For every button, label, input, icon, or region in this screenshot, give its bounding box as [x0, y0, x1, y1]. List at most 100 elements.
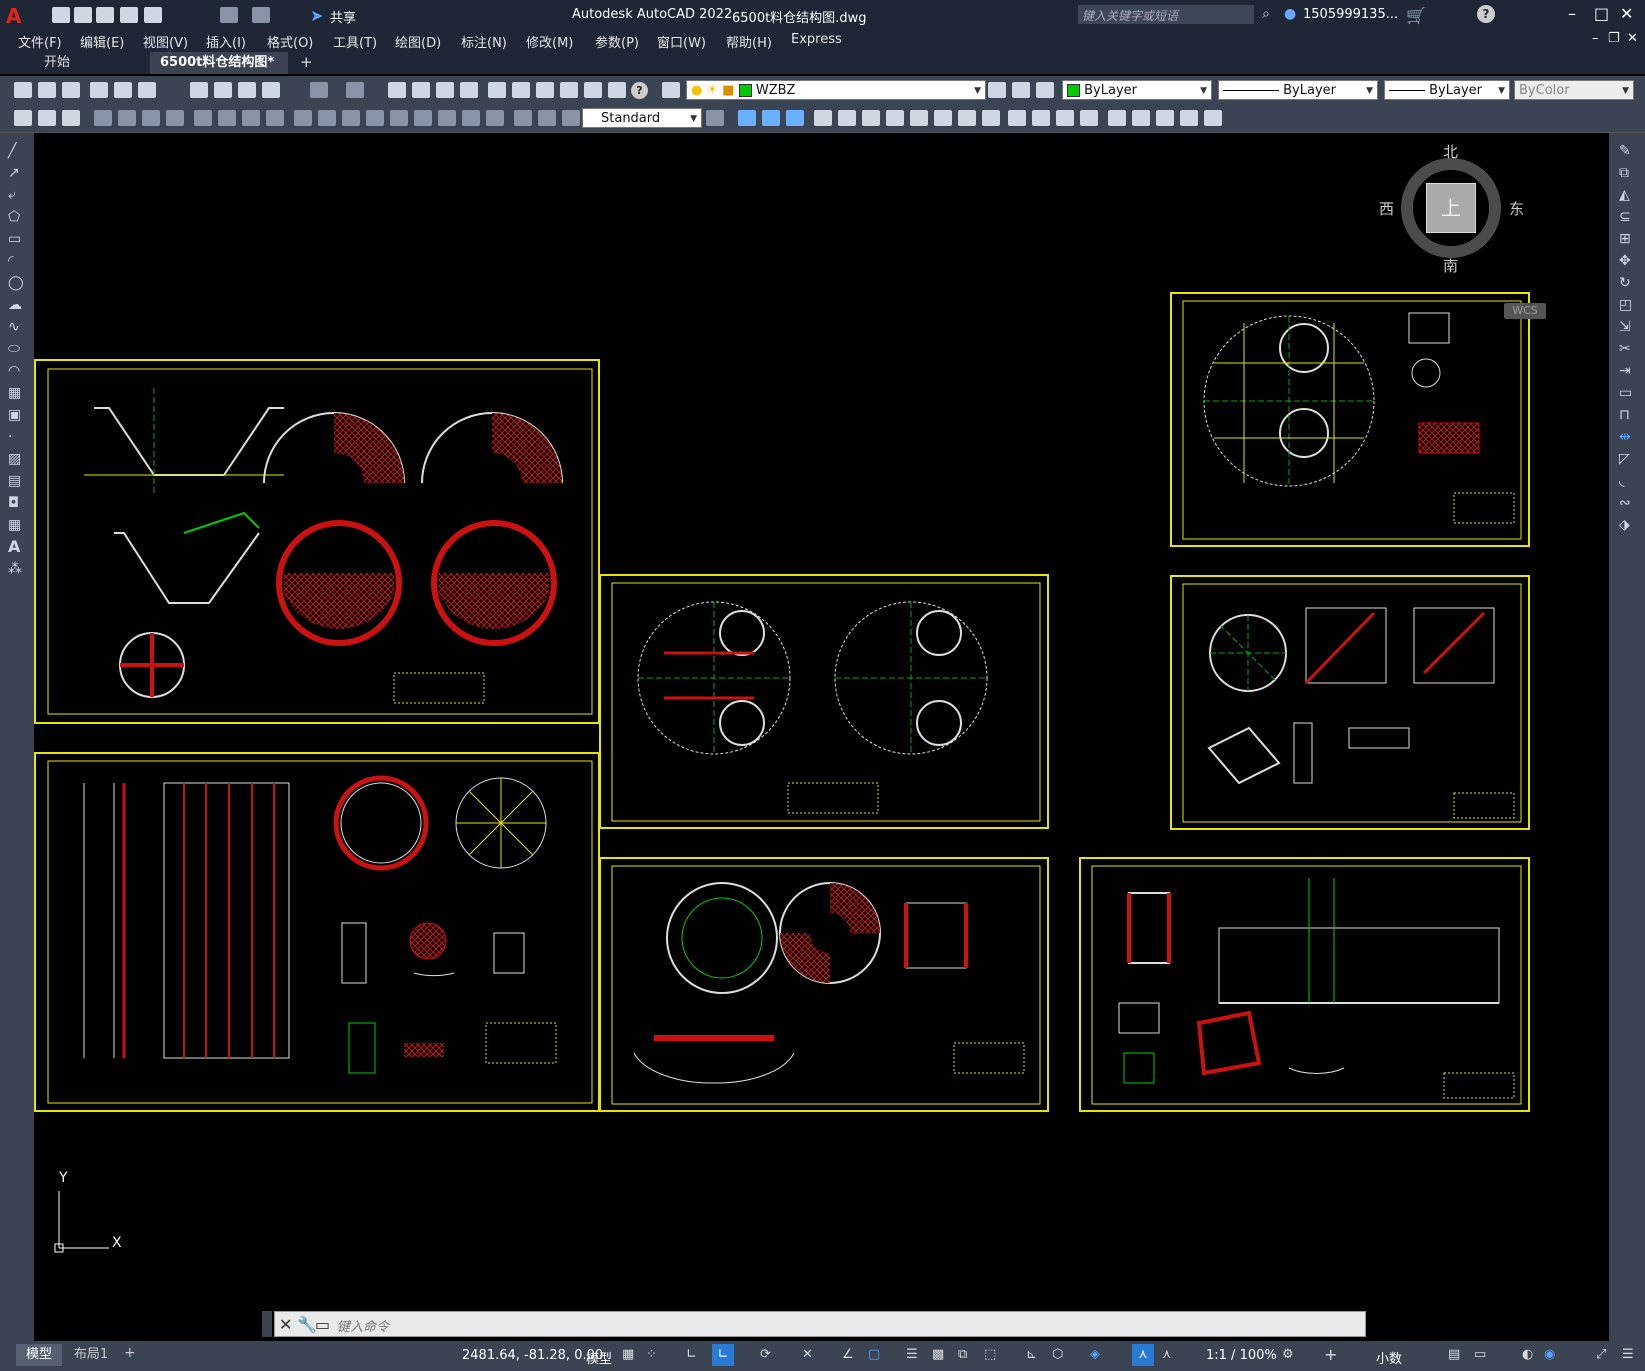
- doc-close-icon[interactable]: ✕: [1627, 31, 1638, 46]
- fly-icon[interactable]: [1156, 110, 1174, 126]
- 3d-union-icon[interactable]: [934, 110, 952, 126]
- 3d-rotate-icon[interactable]: [838, 110, 856, 126]
- help-icon[interactable]: ?: [1477, 5, 1495, 23]
- menu-draw[interactable]: 绘图(D): [395, 32, 441, 51]
- 3d-mirror-icon[interactable]: [886, 110, 904, 126]
- break-at-point-icon[interactable]: ▭: [1619, 385, 1632, 401]
- break-icon[interactable]: ⊓: [1619, 407, 1630, 423]
- ordinate-dim-icon[interactable]: [166, 110, 184, 126]
- 3d-align-icon[interactable]: [862, 110, 880, 126]
- tool-palettes-icon[interactable]: [536, 82, 554, 98]
- jogged-dim-icon[interactable]: [218, 110, 236, 126]
- drawing-canvas[interactable]: Y X 上 北 南 西 东 WCS: [34, 133, 1609, 1341]
- make-current-icon[interactable]: [988, 82, 1006, 98]
- array-icon[interactable]: ⊞: [1619, 231, 1631, 247]
- doc-restore-icon[interactable]: ❐: [1608, 31, 1620, 46]
- camera-icon[interactable]: [1108, 110, 1126, 126]
- search-input[interactable]: 键入关键字或短语: [1082, 7, 1178, 24]
- markup-icon[interactable]: [584, 82, 602, 98]
- osnap-icon[interactable]: ∠: [842, 1347, 854, 1362]
- wcs-menu[interactable]: WCS: [1504, 303, 1546, 319]
- arc-icon[interactable]: ◜: [8, 253, 13, 269]
- compass-north[interactable]: 北: [1443, 141, 1458, 162]
- quick-access-new-icon[interactable]: [52, 7, 70, 23]
- continue-dim-icon[interactable]: [342, 110, 360, 126]
- sun-icon[interactable]: [1204, 110, 1222, 126]
- quick-access-saveas-icon[interactable]: [120, 7, 138, 23]
- redo-icon[interactable]: [346, 82, 364, 98]
- drawing-sheet-5[interactable]: [1170, 292, 1530, 547]
- transparency-icon[interactable]: ▩: [932, 1347, 944, 1362]
- 3d-wedge-icon[interactable]: [762, 110, 780, 126]
- mirror-icon[interactable]: ◭: [1619, 187, 1630, 203]
- materials-icon[interactable]: [1056, 110, 1074, 126]
- text-style-dropdown[interactable]: Standard ▼: [582, 108, 702, 128]
- command-line[interactable]: ✕ 🔧 ▭: [274, 1311, 1366, 1337]
- pan-icon[interactable]: [388, 82, 406, 98]
- dim-style-icon[interactable]: [706, 110, 724, 126]
- hatch-icon[interactable]: ▨: [8, 451, 21, 467]
- hardware-acceleration-icon[interactable]: ◉: [1544, 1347, 1555, 1362]
- offset-icon[interactable]: ⊆: [1619, 209, 1631, 225]
- linetype-dropdown[interactable]: ByLayer ▼: [1218, 80, 1378, 100]
- autocad-logo-icon[interactable]: A: [6, 4, 21, 28]
- region-icon[interactable]: ◘: [8, 495, 19, 511]
- 3d-move-icon[interactable]: [814, 110, 832, 126]
- copy-object-icon[interactable]: ⧉: [1619, 165, 1629, 181]
- explode-icon[interactable]: ⬗: [1619, 517, 1630, 533]
- user-icon[interactable]: ●: [1284, 6, 1296, 22]
- coordinates[interactable]: 2481.64, -81.28, 0.00: [462, 1348, 603, 1363]
- compass-east[interactable]: 东: [1509, 198, 1524, 219]
- quick-access-print-icon[interactable]: [144, 7, 162, 23]
- layer-state-icon[interactable]: [1036, 82, 1054, 98]
- menu-tools[interactable]: 工具(T): [333, 32, 377, 51]
- menu-parametric[interactable]: 参数(P): [595, 32, 639, 51]
- command-customize-icon[interactable]: 🔧: [297, 1315, 317, 1334]
- design-center-icon[interactable]: [512, 82, 530, 98]
- osnap-tracking-icon[interactable]: ✕: [802, 1347, 813, 1362]
- table-icon[interactable]: ▦: [8, 517, 21, 533]
- menu-view[interactable]: 视图(V): [143, 32, 188, 51]
- rectangle-icon[interactable]: ▭: [8, 231, 21, 247]
- command-line-handle[interactable]: [262, 1311, 272, 1337]
- menu-express[interactable]: Express: [791, 32, 842, 47]
- 3d-array-icon[interactable]: [910, 110, 928, 126]
- plotstyle-dropdown[interactable]: ByColor ▼: [1514, 80, 1634, 100]
- properties-icon[interactable]: [488, 82, 506, 98]
- annotation-scale[interactable]: 1:1 / 100%: [1206, 1348, 1277, 1363]
- drawing-sheet-3[interactable]: [599, 574, 1049, 829]
- make-block-icon[interactable]: ▣: [8, 407, 21, 423]
- extend-icon[interactable]: ⇥: [1619, 363, 1631, 379]
- drawing-sheet-7[interactable]: [1079, 857, 1530, 1112]
- drawing-sheet-4[interactable]: [599, 857, 1049, 1112]
- maximize-icon[interactable]: □: [1594, 4, 1609, 23]
- line-icon[interactable]: ╱: [8, 143, 16, 159]
- quick-dim-icon[interactable]: [294, 110, 312, 126]
- undo-icon[interactable]: [310, 82, 328, 98]
- lights-icon[interactable]: [1080, 110, 1098, 126]
- search-icon[interactable]: ⌕: [1262, 6, 1270, 22]
- menu-modify[interactable]: 修改(M): [526, 32, 573, 51]
- cart-icon[interactable]: 🛒: [1406, 6, 1426, 25]
- layer-dropdown[interactable]: ● ☀ ■ WZBZ ▼: [686, 80, 986, 100]
- lineweight-icon[interactable]: ☰: [906, 1347, 918, 1362]
- grid-icon[interactable]: ▦: [622, 1347, 634, 1362]
- spline-icon[interactable]: ∿: [8, 319, 20, 335]
- erase-icon[interactable]: ✎: [1619, 143, 1631, 159]
- command-input[interactable]: [335, 1316, 1239, 1336]
- menu-edit[interactable]: 编辑(E): [80, 32, 124, 51]
- help-toolbar-icon[interactable]: ?: [631, 82, 648, 99]
- visual-style-icon[interactable]: [1008, 110, 1026, 126]
- menu-dimension[interactable]: 标注(N): [461, 32, 507, 51]
- move-icon[interactable]: ✥: [1619, 253, 1631, 269]
- menu-window[interactable]: 窗口(W): [657, 32, 706, 51]
- revcloud-icon[interactable]: ☁: [8, 297, 22, 313]
- viewcube-face-top[interactable]: 上: [1426, 183, 1476, 233]
- drawing-sheet-1[interactable]: [34, 359, 600, 724]
- auto-scale-icon[interactable]: ⋏: [1162, 1347, 1172, 1362]
- gradient-icon[interactable]: ▤: [8, 473, 21, 489]
- trim-icon[interactable]: ✂: [1619, 341, 1631, 357]
- quick-access-redo-icon[interactable]: [252, 7, 270, 23]
- 3d-subtract-icon[interactable]: [958, 110, 976, 126]
- dim-text-edit-icon[interactable]: [538, 110, 556, 126]
